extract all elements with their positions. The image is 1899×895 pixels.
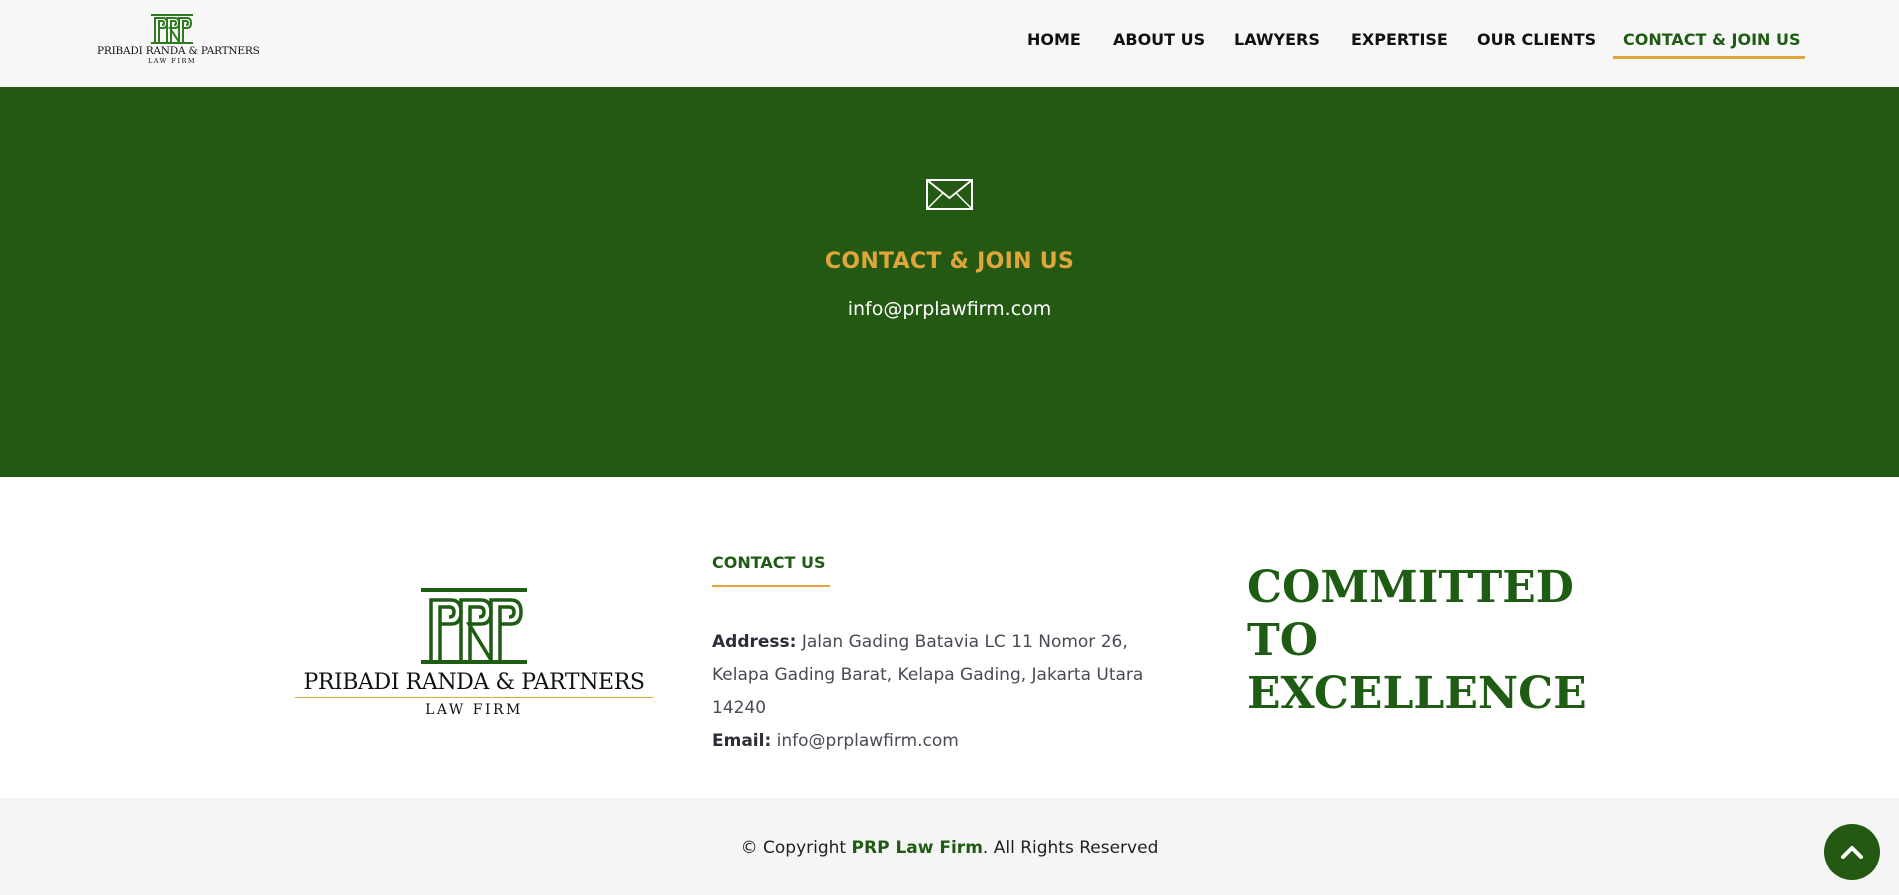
nav-item-lawyers[interactable]: LAWYERS: [1234, 30, 1320, 49]
footer-logo-firm-sub: LAW FIRM: [425, 702, 523, 718]
tagline-line-1: COMMITTED: [1247, 562, 1574, 613]
nav-item-about-us[interactable]: ABOUT US: [1113, 30, 1205, 49]
footer-logo-divider: [295, 697, 653, 698]
header-logo-firm-sub: LAW FIRM: [147, 57, 197, 65]
contact-hero: CONTACT & JOIN US info@prplawfirm.com: [0, 87, 1899, 477]
header-logo-firm-name: PRIBADI RANDA & PARTNERS: [97, 45, 260, 57]
nav-item-home[interactable]: HOME: [1027, 30, 1081, 49]
copyright-prefix: © Copyright: [740, 838, 847, 858]
contact-us-heading-underline: [712, 585, 830, 587]
copyright-brand-link[interactable]: PRP Law Firm: [852, 838, 983, 858]
hero-email-link[interactable]: info@prplawfirm.com: [0, 298, 1899, 320]
address-label: Address:: [712, 632, 797, 652]
footer-logo-firm-name: PRIBADI RANDA & PARTNERS: [303, 670, 645, 695]
header-logo[interactable]: PRIBADI RANDA & PARTNERS LAW FIRM: [97, 13, 260, 71]
copyright-suffix: . All Rights Reserved: [982, 838, 1159, 858]
chevron-up-icon: [1841, 846, 1863, 859]
footer-logo: PRIBADI RANDA & PARTNERS LAW FIRM: [295, 588, 653, 726]
contact-details: Address: Jalan Gading Batavia LC 11 Nomo…: [712, 626, 1182, 758]
tagline: COMMITTED TO EXCELLENCE: [1247, 561, 1647, 720]
prp-monogram-icon: [421, 588, 527, 664]
nav-item-our-clients[interactable]: OUR CLIENTS: [1477, 30, 1596, 49]
contact-us-heading: CONTACT US: [712, 553, 826, 572]
tagline-line-3: EXCELLENCE: [1247, 668, 1587, 719]
mail-icon: [926, 179, 973, 210]
copyright-bar: © Copyright PRP Law Firm. All Rights Res…: [0, 798, 1899, 895]
hero-title: CONTACT & JOIN US: [824, 249, 1075, 274]
nav-item-expertise[interactable]: EXPERTISE: [1351, 30, 1448, 49]
nav-active-underline: [1613, 56, 1805, 59]
copyright-text: © Copyright PRP Law Firm. All Rights Res…: [0, 838, 1899, 858]
site-header: PRIBADI RANDA & PARTNERS LAW FIRM HOME A…: [0, 0, 1899, 87]
email-label: Email:: [712, 731, 772, 751]
prp-monogram-icon: [151, 14, 193, 44]
scroll-to-top-button[interactable]: [1824, 824, 1880, 880]
tagline-line-2: TO: [1247, 615, 1319, 666]
email-link[interactable]: info@prplawfirm.com: [777, 731, 959, 751]
nav-item-contact-join-us[interactable]: CONTACT & JOIN US: [1623, 30, 1801, 49]
